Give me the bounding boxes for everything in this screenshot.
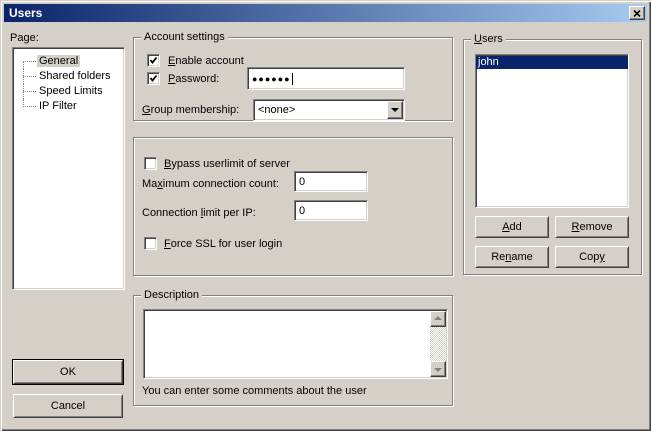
tree-connector [23, 91, 36, 92]
label-text: Connection [142, 207, 201, 219]
label-text: ypass userlimit of server [171, 158, 290, 170]
enable-account-label[interactable]: Enable account [168, 55, 244, 68]
group-membership-select[interactable]: <none> [253, 99, 405, 121]
description-textarea[interactable] [143, 309, 448, 379]
label-text: F [164, 238, 171, 250]
group-title: Users [471, 32, 506, 46]
window-title: Users [9, 6, 42, 20]
bypass-userlimit-checkbox[interactable] [144, 157, 157, 170]
tree-connector [23, 62, 24, 69]
label-text: imit per IP: [203, 207, 256, 219]
label-text: sers [482, 33, 503, 45]
label-text: orce SSL for user login [171, 238, 282, 250]
tree-item-ip-filter[interactable]: IP Filter [13, 99, 124, 114]
label-text: R [572, 221, 580, 233]
button-label: Cancel [51, 400, 85, 412]
tree-item-speed-limits[interactable]: Speed Limits [13, 84, 124, 99]
label-text: roup membership: [151, 104, 240, 116]
max-connection-label: Maximum connection count: [142, 178, 279, 191]
connection-per-ip-input[interactable]: 0 [294, 200, 368, 221]
button-label: OK [60, 366, 76, 378]
checkmark-icon [149, 74, 158, 83]
selected-option: <none> [258, 104, 295, 116]
label-text: A [502, 221, 509, 233]
users-dialog: Users Page: General Shared folders Speed… [0, 0, 651, 431]
tree-item-label: IP Filter [37, 100, 79, 112]
label-text: Cop [579, 251, 599, 263]
password-value: ●●●●●● [252, 74, 291, 84]
connection-settings-group: Bypass userlimit of server Maximum conne… [133, 137, 453, 276]
checkmark-icon [149, 56, 158, 65]
vertical-scrollbar[interactable] [430, 311, 446, 377]
user-list-item[interactable]: john [476, 56, 628, 69]
force-ssl-label[interactable]: Force SSL for user login [164, 238, 282, 251]
users-group: Users john Add Remove Rename Copy [463, 39, 642, 275]
cancel-button[interactable]: Cancel [13, 394, 123, 418]
scroll-up-button[interactable] [430, 311, 446, 327]
close-button[interactable] [629, 6, 645, 20]
label-text: dd [510, 221, 522, 233]
arrow-up-icon [434, 316, 442, 320]
group-title: Account settings [141, 30, 228, 44]
password-label[interactable]: Password: [168, 73, 219, 86]
label-text: G [142, 104, 151, 116]
description-group: Description You can enter some comments … [133, 295, 453, 406]
group-membership-label: Group membership: [142, 104, 239, 117]
copy-button[interactable]: Copy [555, 246, 629, 268]
ok-button[interactable]: OK [13, 360, 123, 384]
account-settings-group: Account settings Enable account Password… [133, 37, 453, 121]
tree-item-label: General [37, 55, 80, 67]
tree-item-label: Speed Limits [37, 85, 105, 97]
label-text: ame [511, 251, 532, 263]
bypass-userlimit-label[interactable]: Bypass userlimit of server [164, 158, 290, 171]
dropdown-button[interactable] [387, 101, 403, 119]
label-text: U [474, 33, 482, 45]
page-tree[interactable]: General Shared folders Speed Limits IP F… [12, 47, 125, 290]
tree-item-shared-folders[interactable]: Shared folders [13, 69, 124, 84]
label-text: y [599, 251, 605, 263]
label-text: imum connection count: [163, 178, 279, 190]
titlebar[interactable]: Users [4, 4, 647, 22]
description-hint: You can enter some comments about the us… [142, 385, 367, 398]
scroll-down-button[interactable] [430, 361, 446, 377]
password-checkbox[interactable] [147, 72, 160, 85]
user-name: john [478, 56, 499, 68]
tree-connector [23, 106, 36, 107]
text-caret [292, 73, 293, 85]
enable-account-checkbox[interactable] [147, 54, 160, 67]
tree-item-label: Shared folders [37, 70, 113, 82]
users-list[interactable]: john [475, 54, 629, 208]
label-text: emove [579, 221, 612, 233]
label-text: Re [491, 251, 505, 263]
label-text: nable account [175, 55, 244, 67]
label-text: assword: [175, 73, 219, 85]
chevron-down-icon [391, 108, 399, 112]
max-connection-input[interactable]: 0 [294, 171, 368, 192]
tree-item-general[interactable]: General [13, 54, 124, 69]
group-title: Description [141, 288, 202, 302]
tree-connector [23, 76, 36, 77]
label-text: Ma [142, 178, 157, 190]
page-label: Page: [10, 32, 39, 45]
arrow-down-icon [434, 368, 442, 372]
remove-button[interactable]: Remove [555, 216, 629, 238]
force-ssl-checkbox[interactable] [144, 237, 157, 250]
connection-per-ip-label: Connection limit per IP: [142, 207, 256, 220]
input-value: 0 [299, 176, 305, 188]
rename-button[interactable]: Rename [475, 246, 549, 268]
tree-connector [23, 61, 36, 62]
close-icon [633, 10, 641, 17]
password-input[interactable]: ●●●●●● [247, 67, 405, 90]
input-value: 0 [299, 205, 305, 217]
add-button[interactable]: Add [475, 216, 549, 238]
